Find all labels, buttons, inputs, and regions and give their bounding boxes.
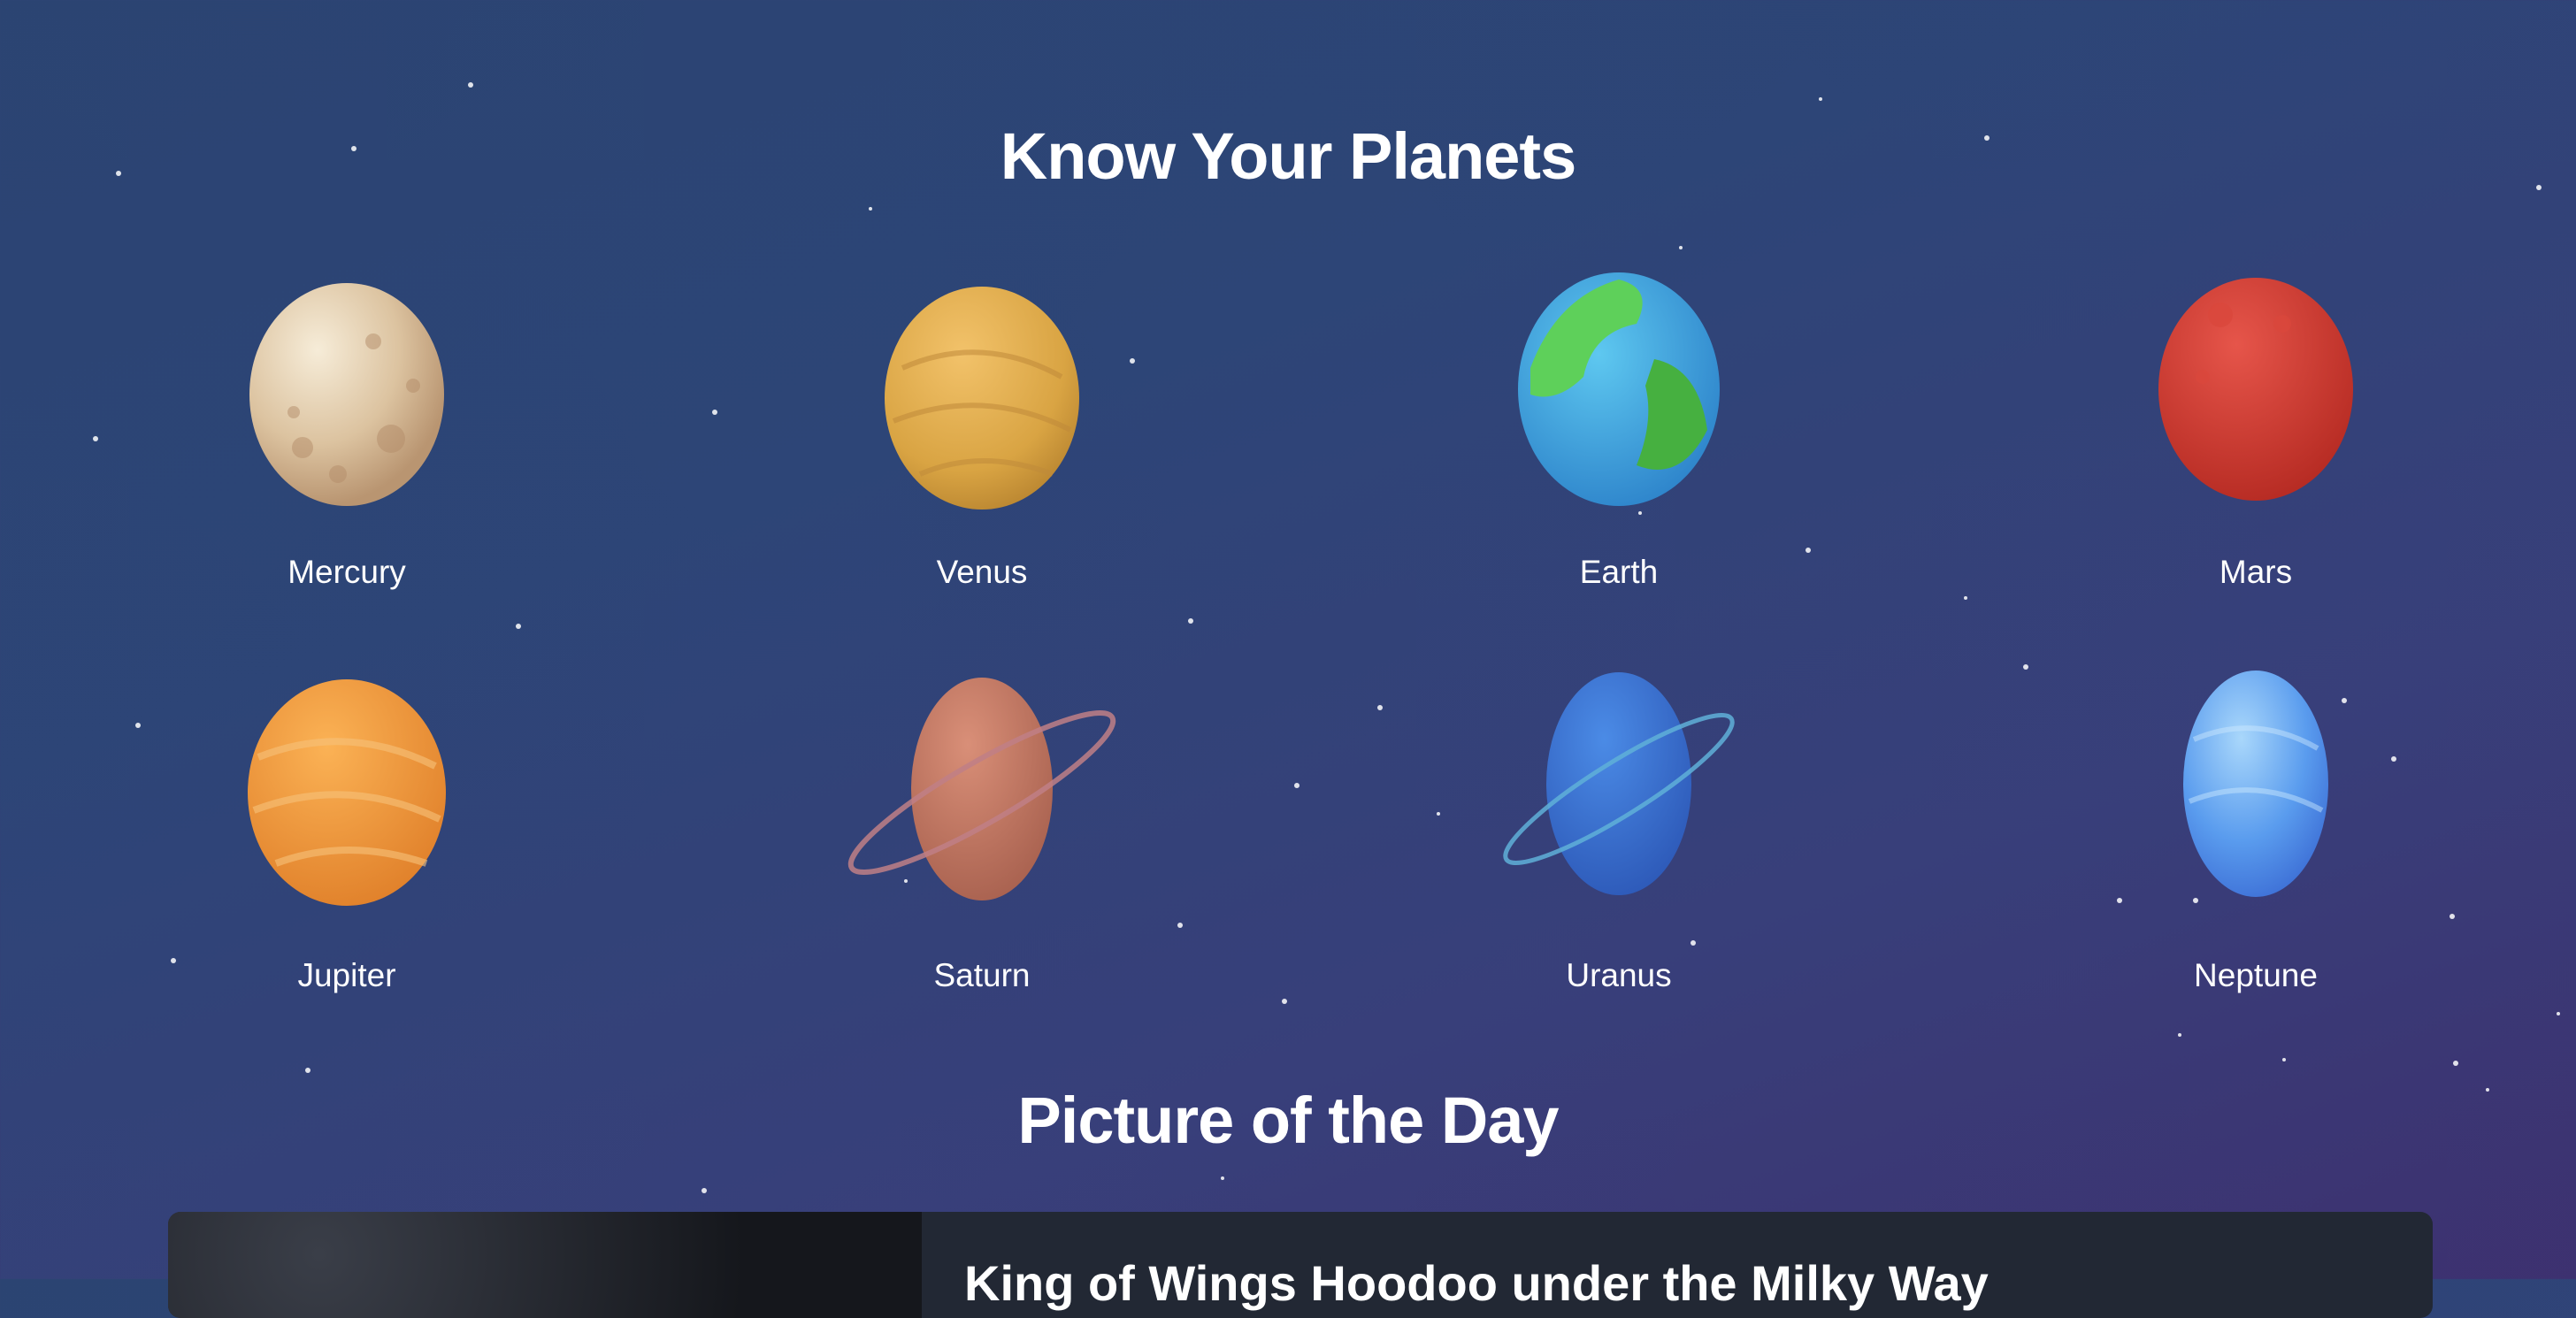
potd-heading: Picture of the Day [1017, 1084, 1559, 1157]
planet-name: Mercury [288, 554, 406, 590]
mars-image [2158, 278, 2353, 501]
potd-title: King of Wings Hoodoo under the Milky Way [964, 1255, 1989, 1311]
mercury-image [249, 283, 444, 506]
page-title: Know Your Planets [1000, 119, 1576, 193]
saturn-image [847, 678, 1116, 900]
uranus-image [1503, 672, 1735, 895]
planet-card-mercury[interactable]: Mercury [161, 262, 533, 590]
planet-name: Venus [936, 554, 1028, 590]
neptune-image [2183, 670, 2328, 897]
planet-card-neptune[interactable]: Neptune [2070, 660, 2442, 993]
planet-card-venus[interactable]: Venus [796, 262, 1168, 590]
planet-card-uranus[interactable]: Uranus [1433, 660, 1805, 993]
jupiter-image [248, 679, 446, 906]
venus-image [885, 287, 1079, 510]
planet-card-earth[interactable]: Earth [1433, 262, 1805, 590]
earth-image [1518, 272, 1720, 506]
planet-name: Earth [1579, 554, 1659, 590]
planet-name: Uranus [1566, 957, 1672, 993]
potd-card[interactable]: King of Wings Hoodoo under the Milky Way [168, 1212, 2433, 1318]
planet-name: Saturn [933, 957, 1031, 993]
planet-name: Mars [2219, 554, 2293, 590]
planet-card-mars[interactable]: Mars [2070, 262, 2442, 590]
planet-name: Jupiter [297, 957, 396, 993]
planet-card-jupiter[interactable]: Jupiter [161, 660, 533, 993]
planet-card-saturn[interactable]: Saturn [796, 660, 1168, 993]
planet-name: Neptune [2194, 957, 2318, 993]
potd-image[interactable] [168, 1212, 922, 1318]
